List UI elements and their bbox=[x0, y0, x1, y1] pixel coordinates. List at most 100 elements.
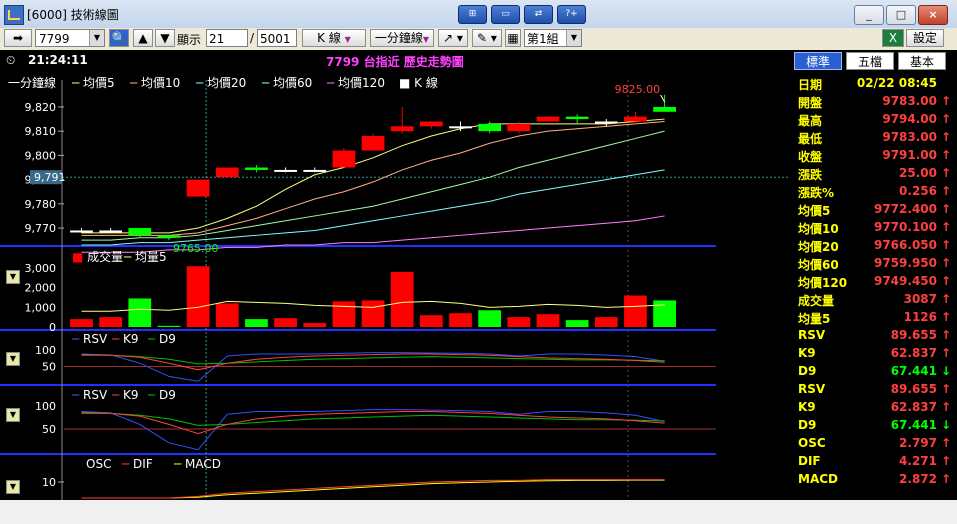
close-button[interactable]: × bbox=[918, 5, 948, 25]
arrow-up-icon: ↑ bbox=[940, 238, 951, 252]
info-row-label: 成交量 bbox=[798, 294, 835, 308]
high-price-label: 9825.00 bbox=[615, 83, 661, 96]
info-row: OSC 2.797 ↑ bbox=[798, 436, 953, 454]
settings-button[interactable]: 設定 bbox=[906, 29, 944, 47]
draw-line-icon[interactable]: ↗ ▾ bbox=[438, 29, 468, 47]
info-row-value: 9783.00 bbox=[882, 94, 937, 108]
chevron-down-icon[interactable]: ▼ bbox=[89, 30, 104, 46]
candle-body bbox=[419, 121, 443, 127]
volume-tick-label: 2,000 bbox=[25, 282, 57, 295]
volume-bar bbox=[128, 298, 152, 327]
candle-body bbox=[99, 230, 123, 233]
info-row-value: 62.837 bbox=[890, 346, 937, 360]
info-row-value: 9770.100 bbox=[873, 220, 937, 234]
info-row: RSV 89.655 ↑ bbox=[798, 328, 953, 346]
arrow-up-icon: ↑ bbox=[940, 166, 951, 180]
display-label: 顯示 bbox=[177, 33, 202, 47]
volume-bar bbox=[274, 318, 297, 327]
arrow-up-icon: ↑ bbox=[940, 256, 951, 270]
legend-macd-dif-label: DIF bbox=[133, 457, 153, 471]
layout-icon[interactable]: ⊞ bbox=[458, 5, 487, 24]
info-row: K9 62.837 ↑ bbox=[798, 346, 953, 364]
arrow-down-icon[interactable]: ▼ bbox=[155, 29, 175, 47]
kd-tick-label: 100 bbox=[35, 400, 56, 413]
arrow-up-icon: ↑ bbox=[940, 94, 951, 108]
kd-tick-label: 50 bbox=[42, 361, 56, 374]
candle-body bbox=[157, 235, 181, 238]
window-icon[interactable]: ▭ bbox=[491, 5, 520, 24]
candle-body bbox=[449, 126, 472, 129]
info-row-value: 4.271 bbox=[899, 454, 937, 468]
kd2-menu-icon[interactable]: ▼ bbox=[6, 408, 20, 422]
tab-standard[interactable]: 標準 bbox=[794, 52, 842, 70]
info-row-label: RSV bbox=[798, 328, 826, 342]
legend-ma10: ─ 均價10 bbox=[130, 76, 181, 90]
arrow-up-icon[interactable]: ▲ bbox=[133, 29, 153, 47]
chart-area[interactable]: 9,8209,8109,8009,7909,7809,7709,7919825.… bbox=[0, 50, 790, 500]
low-price-label: 9765.00 bbox=[173, 242, 219, 255]
volume-bar bbox=[478, 310, 502, 327]
display-separator: / bbox=[250, 31, 255, 45]
info-row: 漲跌% 0.256 ↑ bbox=[798, 184, 953, 202]
legend-ma5: ─ 均價5 bbox=[72, 76, 115, 90]
arrow-up-icon: ↑ bbox=[940, 310, 951, 324]
candle-body bbox=[565, 116, 589, 120]
minimize-button[interactable]: _ bbox=[854, 5, 884, 25]
legend-kd1-rsv-label: RSV bbox=[83, 332, 108, 346]
display-from-input[interactable]: 21 bbox=[206, 29, 248, 47]
high-price-pointer bbox=[660, 94, 666, 103]
volume-menu-icon[interactable]: ▼ bbox=[6, 270, 20, 284]
help-icon[interactable]: ?+ bbox=[557, 5, 586, 24]
info-row: 漲跌 25.00 ↑ bbox=[798, 166, 953, 184]
arrow-up-icon: ↑ bbox=[940, 130, 951, 144]
info-row-label: 均價60 bbox=[798, 258, 839, 272]
info-row-label: 最低 bbox=[798, 132, 823, 146]
macd-menu-icon[interactable]: ▼ bbox=[6, 480, 20, 494]
tab-five-level[interactable]: 五檔 bbox=[846, 52, 894, 70]
period-dropdown[interactable]: 一分鐘線▼ bbox=[370, 29, 434, 47]
legend-macd-osc: OSC bbox=[86, 457, 112, 471]
group-select[interactable]: 第1組 ▼ bbox=[524, 29, 582, 47]
link-icon[interactable]: ⇄ bbox=[524, 5, 553, 24]
legend-kd1-k9-label: K9 bbox=[123, 332, 139, 346]
arrow-up-icon: ↑ bbox=[940, 472, 951, 486]
info-row-value: 1126 bbox=[903, 310, 937, 324]
tab-basic[interactable]: 基本 bbox=[898, 52, 946, 70]
arrow-up-icon: ↑ bbox=[940, 454, 951, 468]
macd-tick-label: 10 bbox=[42, 476, 56, 489]
kd-tick-label: 50 bbox=[42, 423, 56, 436]
legend-kd1-d9-label: D9 bbox=[159, 332, 176, 346]
code-select[interactable]: 7799 ▼ bbox=[35, 29, 105, 47]
arrow-right-icon[interactable]: ➡ bbox=[4, 29, 32, 47]
info-row-value: 25.00 bbox=[899, 166, 937, 180]
info-row-label: K9 bbox=[798, 400, 816, 414]
candle-body bbox=[215, 167, 239, 178]
chart-type-dropdown[interactable]: K 線 ▼ bbox=[302, 29, 366, 47]
arrow-up-icon: ↑ bbox=[940, 220, 951, 234]
search-icon[interactable]: 🔍 bbox=[109, 29, 129, 47]
volume-bar bbox=[99, 317, 123, 327]
volume-bar bbox=[361, 300, 385, 327]
candle-body bbox=[507, 123, 531, 132]
excel-icon[interactable]: X bbox=[882, 29, 904, 47]
arrow-up-icon: ↑ bbox=[940, 436, 951, 450]
info-row-label: 收盤 bbox=[798, 150, 823, 164]
kd1-menu-icon[interactable]: ▼ bbox=[6, 352, 20, 366]
chart-type-label: K 線 bbox=[317, 31, 341, 45]
arrow-down-icon: ↓ bbox=[940, 418, 951, 432]
info-row-value: 9794.00 bbox=[882, 112, 937, 126]
info-row-value: 89.655 bbox=[890, 382, 937, 396]
info-row: 均量5 1126 ↑ bbox=[798, 310, 953, 328]
maximize-button[interactable]: □ bbox=[886, 5, 916, 25]
palette-icon[interactable]: ▦ bbox=[505, 29, 521, 47]
info-row-value: 67.441 bbox=[890, 418, 937, 432]
display-to-input[interactable]: 5001 bbox=[257, 29, 297, 47]
volume-bar bbox=[565, 320, 589, 327]
eraser-icon[interactable]: ✎ ▾ bbox=[472, 29, 502, 47]
chart-svg[interactable]: 9,8209,8109,8009,7909,7809,7709,7919825.… bbox=[0, 50, 790, 500]
candle-body bbox=[361, 136, 385, 151]
legend-kline: ■ K 線 bbox=[399, 76, 438, 90]
info-row-label: D9 bbox=[798, 364, 817, 378]
info-row-value: 3087 bbox=[903, 292, 937, 306]
chevron-down-icon[interactable]: ▼ bbox=[566, 30, 581, 46]
